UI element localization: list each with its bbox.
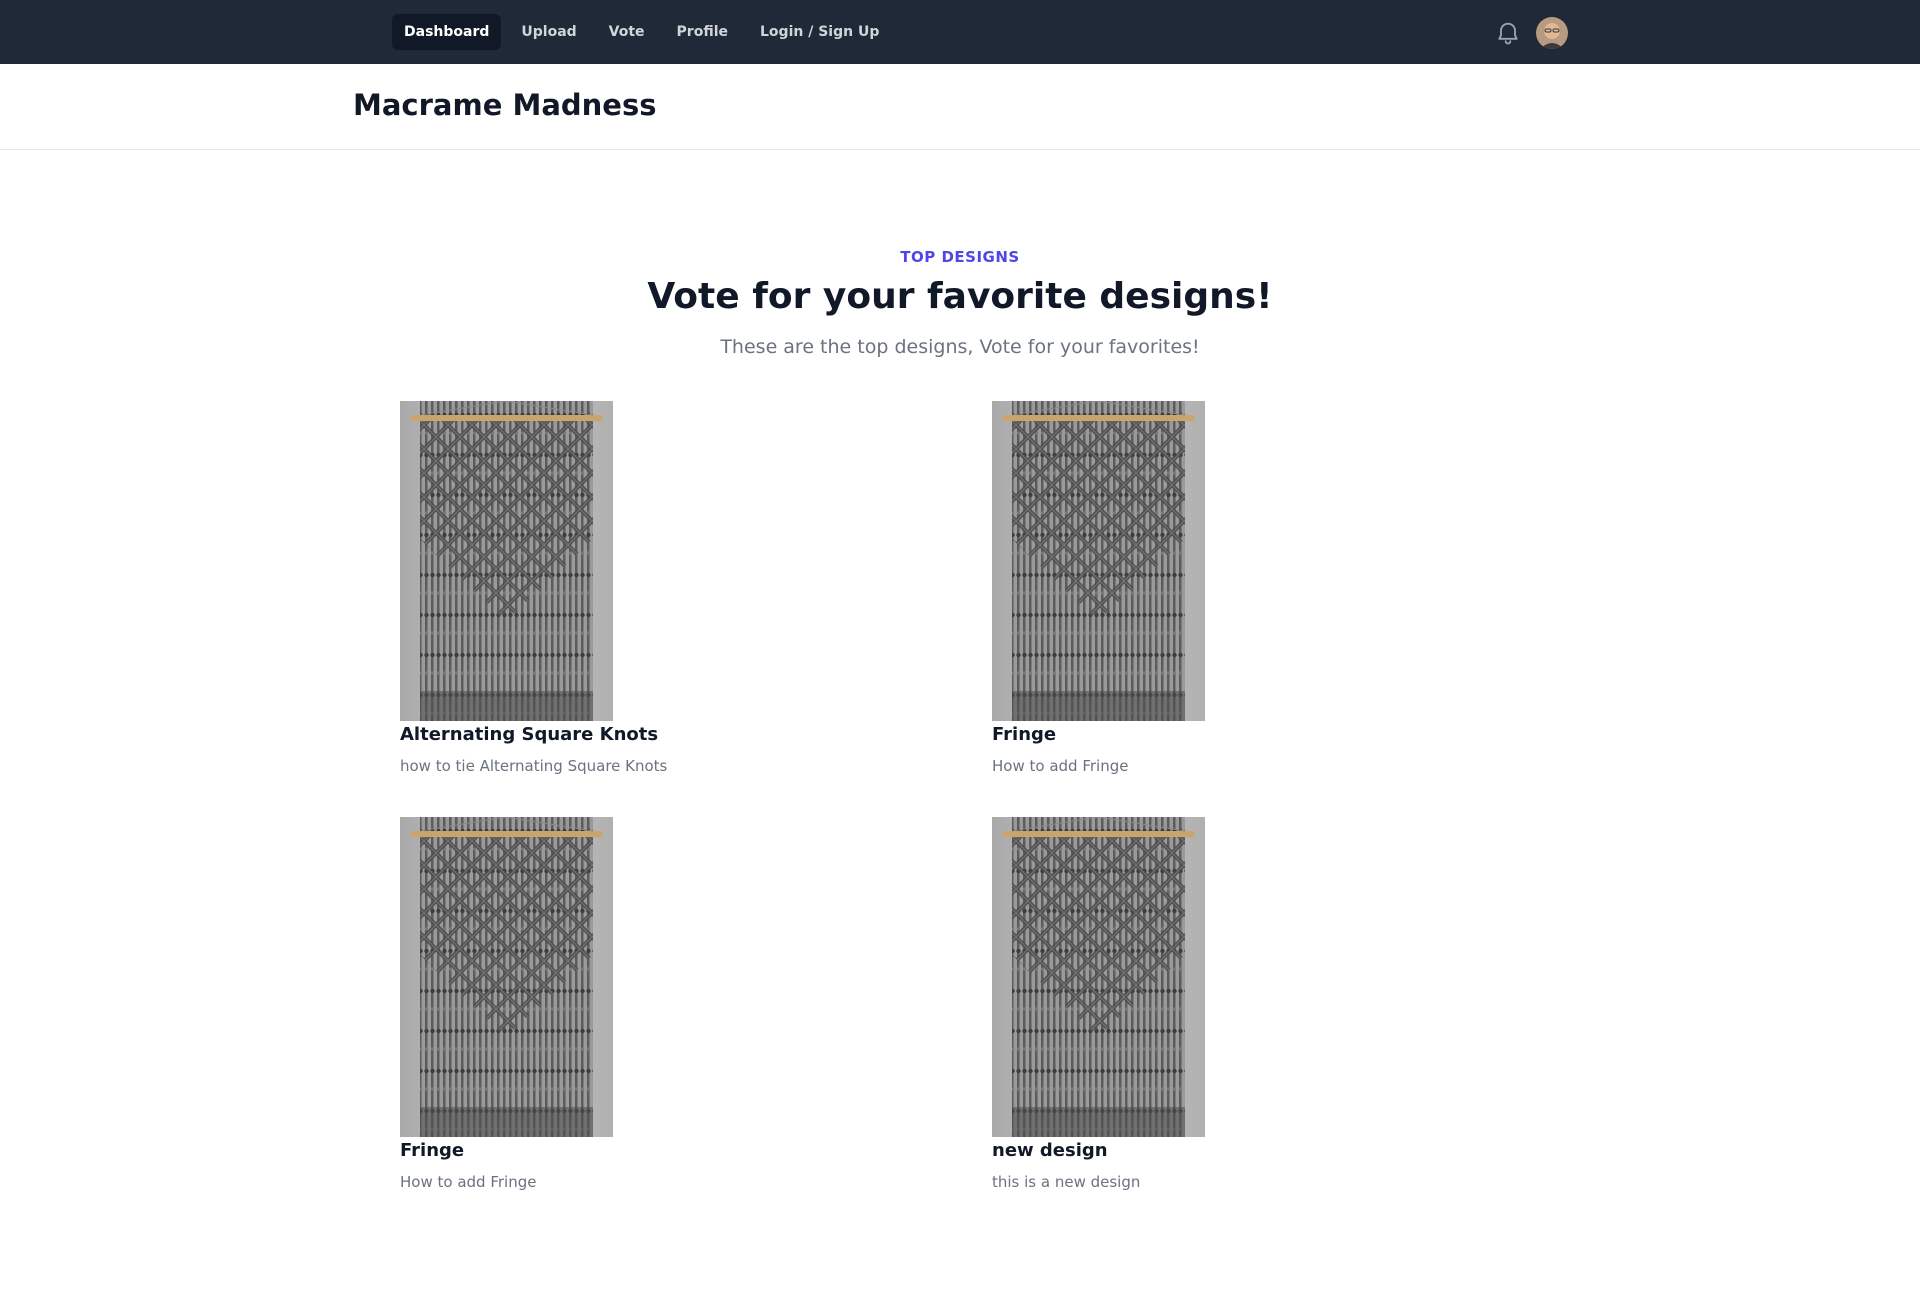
design-title[interactable]: Fringe [400,1140,464,1161]
design-description: How to add Fringe [400,1173,537,1191]
nav-vote[interactable]: Vote [597,14,657,50]
section-eyebrow: TOP DESIGNS [900,248,1020,266]
nav-links: Dashboard Upload Vote Profile Login / Si… [392,14,891,50]
design-image[interactable] [400,401,613,721]
nav-login-signup[interactable]: Login / Sign Up [748,14,891,50]
design-image[interactable] [400,817,613,1137]
design-title[interactable]: Fringe [992,724,1056,745]
section-subhead: These are the top designs, Vote for your… [720,336,1200,358]
design-description: How to add Fringe [992,757,1129,775]
design-card[interactable]: Fringe How to add Fringe [992,401,1452,781]
design-title[interactable]: new design [992,1140,1108,1161]
top-nav: Dashboard Upload Vote Profile Login / Si… [0,0,1920,64]
avatar[interactable] [1536,17,1568,49]
page-header: Macrame Madness [0,64,1920,150]
design-description: how to tie Alternating Square Knots [400,757,668,775]
design-image[interactable] [992,817,1205,1137]
page-title: Macrame Madness [353,88,657,122]
design-image[interactable] [992,401,1205,721]
bell-icon[interactable] [1494,19,1522,47]
nav-upload[interactable]: Upload [509,14,588,50]
nav-dashboard[interactable]: Dashboard [392,14,502,50]
design-card[interactable]: Fringe How to add Fringe [400,817,860,1197]
design-card[interactable]: new design this is a new design [992,817,1452,1197]
design-card[interactable]: Alternating Square Knots how to tie Alte… [400,401,860,781]
design-description: this is a new design [992,1173,1141,1191]
nav-profile[interactable]: Profile [665,14,740,50]
design-title[interactable]: Alternating Square Knots [400,724,658,745]
section-headline: Vote for your favorite designs! [647,276,1273,317]
